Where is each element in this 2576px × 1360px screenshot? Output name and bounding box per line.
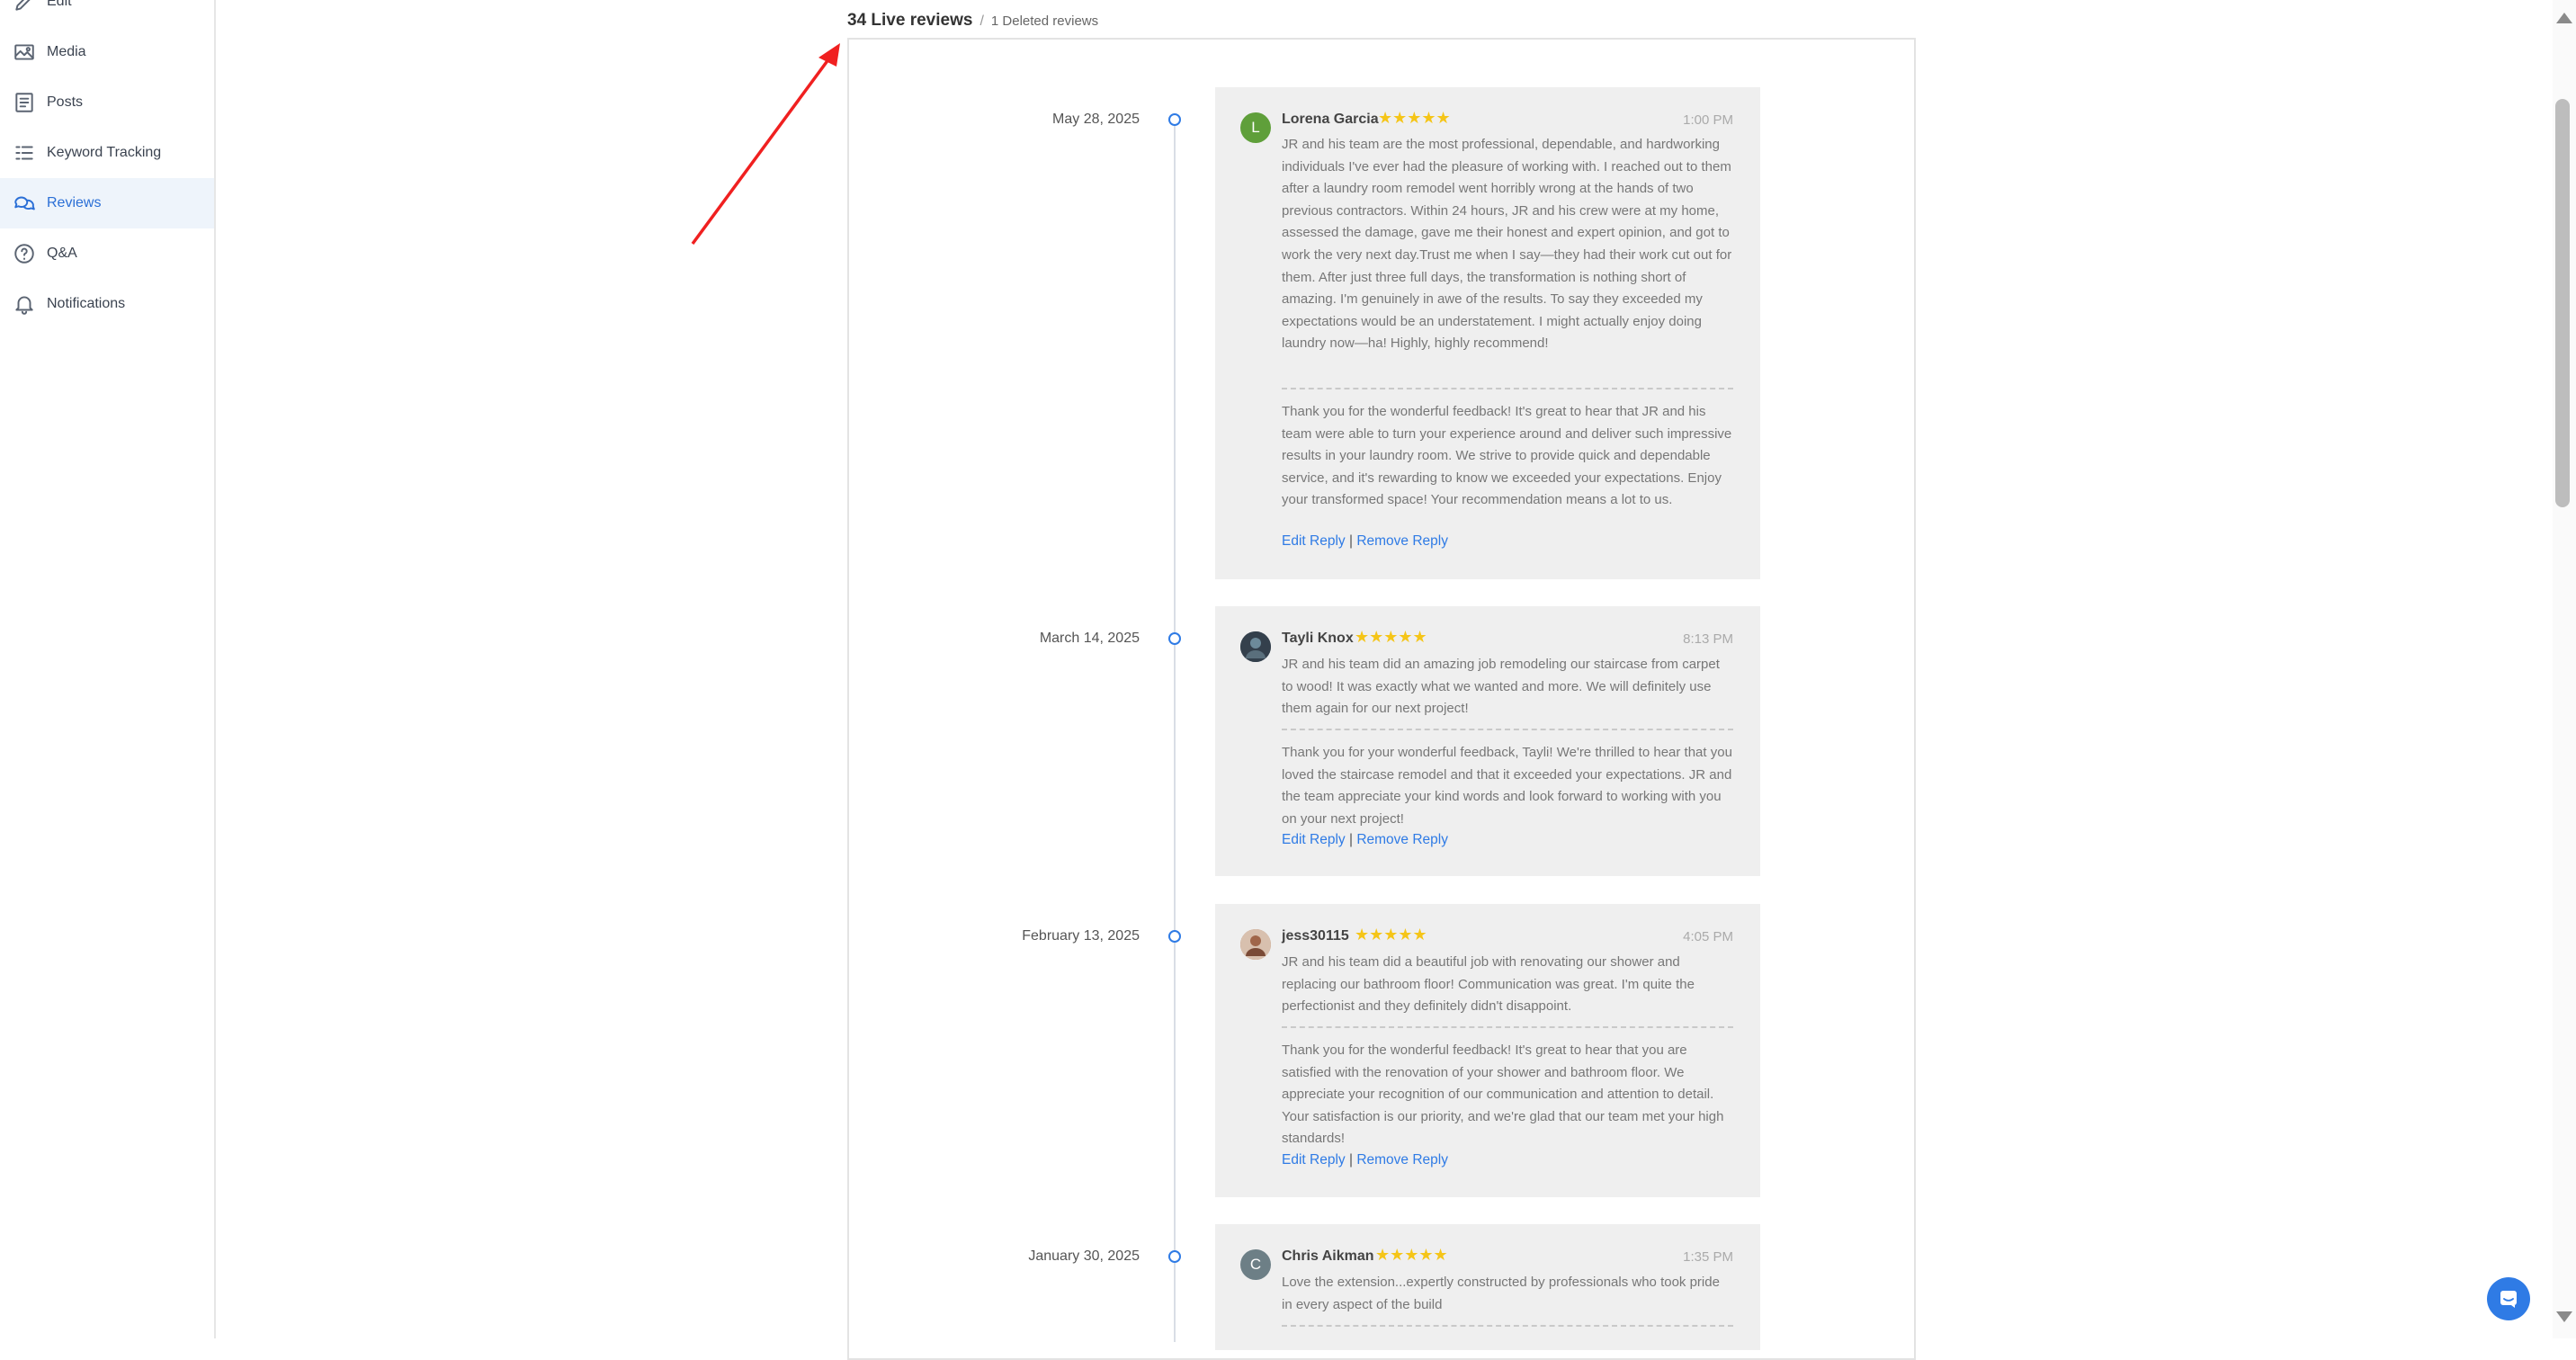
sidebar-item-edit[interactable]: Edit [0, 0, 214, 27]
star-rating: ★★★★★ [1355, 628, 1427, 646]
review-card: L Lorena Garcia ★★★★★ 1:00 PM JR and his… [1215, 87, 1760, 579]
bell-icon [12, 291, 37, 317]
review-date: March 14, 2025 [1039, 631, 1140, 646]
posts-icon [12, 90, 37, 115]
reply-divider [1282, 388, 1733, 389]
action-separator: | [1348, 1152, 1353, 1168]
remove-reply-link[interactable]: Remove Reply [1356, 1152, 1448, 1168]
edit-reply-link[interactable]: Edit Reply [1282, 832, 1346, 847]
profile-photo-icon [1240, 929, 1271, 960]
red-arrow-annotation [691, 43, 840, 246]
review-card: C Chris Aikman ★★★★★ 1:35 PM Love the ex… [1215, 1224, 1760, 1350]
sidebar-item-notifications[interactable]: Notifications [0, 279, 214, 329]
avatar [1240, 631, 1271, 662]
reviewer-name: Lorena Garcia [1282, 112, 1379, 127]
reply-text: Thank you for the wonderful feedback! It… [1282, 404, 1732, 508]
reviewer-name: Tayli Knox [1282, 631, 1354, 646]
timeline-dot [1168, 632, 1181, 645]
reply-text: Thank you for the wonderful feedback! It… [1282, 1042, 1724, 1147]
sidebar-item-label: Edit [47, 0, 72, 9]
review-card: jess30115 ★★★★★ 4:05 PM JR and his team … [1215, 904, 1760, 1197]
reply-divider [1282, 729, 1733, 730]
sidebar-item-qa[interactable]: Q&A [0, 228, 214, 279]
header-separator: / [979, 13, 984, 29]
chat-button[interactable] [2487, 1277, 2530, 1320]
star-rating: ★★★★★ [1355, 926, 1427, 944]
profile-photo-icon [1240, 631, 1271, 662]
edit-reply-link[interactable]: Edit Reply [1282, 1152, 1346, 1168]
reply-divider [1282, 1325, 1733, 1327]
reply-divider [1282, 1026, 1733, 1028]
scroll-up-arrow-icon[interactable] [2556, 13, 2572, 23]
remove-reply-link[interactable]: Remove Reply [1356, 832, 1448, 847]
action-separator: | [1348, 832, 1353, 847]
star-rating: ★★★★★ [1375, 1246, 1448, 1264]
list-icon [12, 140, 37, 166]
reviews-icon [12, 191, 37, 216]
reply-actions: Edit Reply | Remove Reply [1282, 533, 1448, 550]
chat-icon [2500, 1291, 2517, 1308]
timeline-dot [1168, 930, 1181, 943]
review-time: 8:13 PM [1683, 631, 1733, 647]
edit-reply-link[interactable]: Edit Reply [1282, 533, 1346, 549]
review-date: May 28, 2025 [1052, 112, 1140, 127]
reply-actions: Edit Reply | Remove Reply [1282, 832, 1448, 848]
scrollbar-thumb[interactable] [2555, 99, 2570, 507]
review-text: JR and his team did a beautiful job with… [1282, 954, 1695, 1015]
pencil-icon [12, 0, 37, 14]
avatar: C [1240, 1249, 1271, 1280]
timeline-dot [1168, 1250, 1181, 1263]
sidebar-item-reviews[interactable]: Reviews [0, 178, 214, 228]
sidebar-item-label: Reviews [47, 195, 102, 210]
reply-text: Thank you for your wonderful feedback, T… [1282, 745, 1732, 827]
sidebar: Edit Media Posts Keyword Tracking Review… [0, 0, 216, 1338]
remove-reply-link[interactable]: Remove Reply [1356, 533, 1448, 549]
timeline-line [1174, 119, 1176, 1342]
review-time: 1:35 PM [1683, 1249, 1733, 1265]
review-date: February 13, 2025 [1022, 928, 1140, 944]
sidebar-item-posts[interactable]: Posts [0, 77, 214, 128]
review-time: 1:00 PM [1683, 112, 1733, 128]
sidebar-item-keyword-tracking[interactable]: Keyword Tracking [0, 128, 214, 178]
sidebar-item-label: Media [47, 44, 86, 59]
question-icon [12, 241, 37, 266]
review-date: January 30, 2025 [1028, 1248, 1140, 1264]
sidebar-item-label: Keyword Tracking [47, 145, 162, 160]
reviewer-name: Chris Aikman [1282, 1248, 1374, 1264]
review-text: JR and his team are the most professiona… [1282, 137, 1732, 352]
review-time: 4:05 PM [1683, 929, 1733, 944]
reply-actions: Edit Reply | Remove Reply [1282, 1152, 1448, 1168]
sidebar-item-label: Q&A [47, 246, 77, 261]
sidebar-item-label: Notifications [47, 296, 126, 311]
sidebar-item-media[interactable]: Media [0, 27, 214, 77]
avatar [1240, 929, 1271, 960]
sidebar-item-label: Posts [47, 94, 84, 110]
deleted-reviews-link[interactable]: 1 Deleted reviews [991, 13, 1098, 29]
timeline-dot [1168, 113, 1181, 126]
star-rating: ★★★★★ [1378, 109, 1451, 127]
action-separator: | [1348, 533, 1353, 549]
reviewer-name: jess30115 [1282, 928, 1349, 944]
review-text: JR and his team did an amazing job remod… [1282, 657, 1720, 717]
review-text: Love the extension...expertly constructe… [1282, 1275, 1720, 1312]
scroll-down-arrow-icon[interactable] [2556, 1311, 2572, 1322]
review-card: Tayli Knox ★★★★★ 8:13 PM JR and his team… [1215, 606, 1760, 876]
reviews-header: 34 Live reviews / 1 Deleted reviews [847, 11, 1098, 31]
media-icon [12, 40, 37, 65]
avatar: L [1240, 112, 1271, 143]
live-reviews-count[interactable]: 34 Live reviews [847, 11, 972, 31]
